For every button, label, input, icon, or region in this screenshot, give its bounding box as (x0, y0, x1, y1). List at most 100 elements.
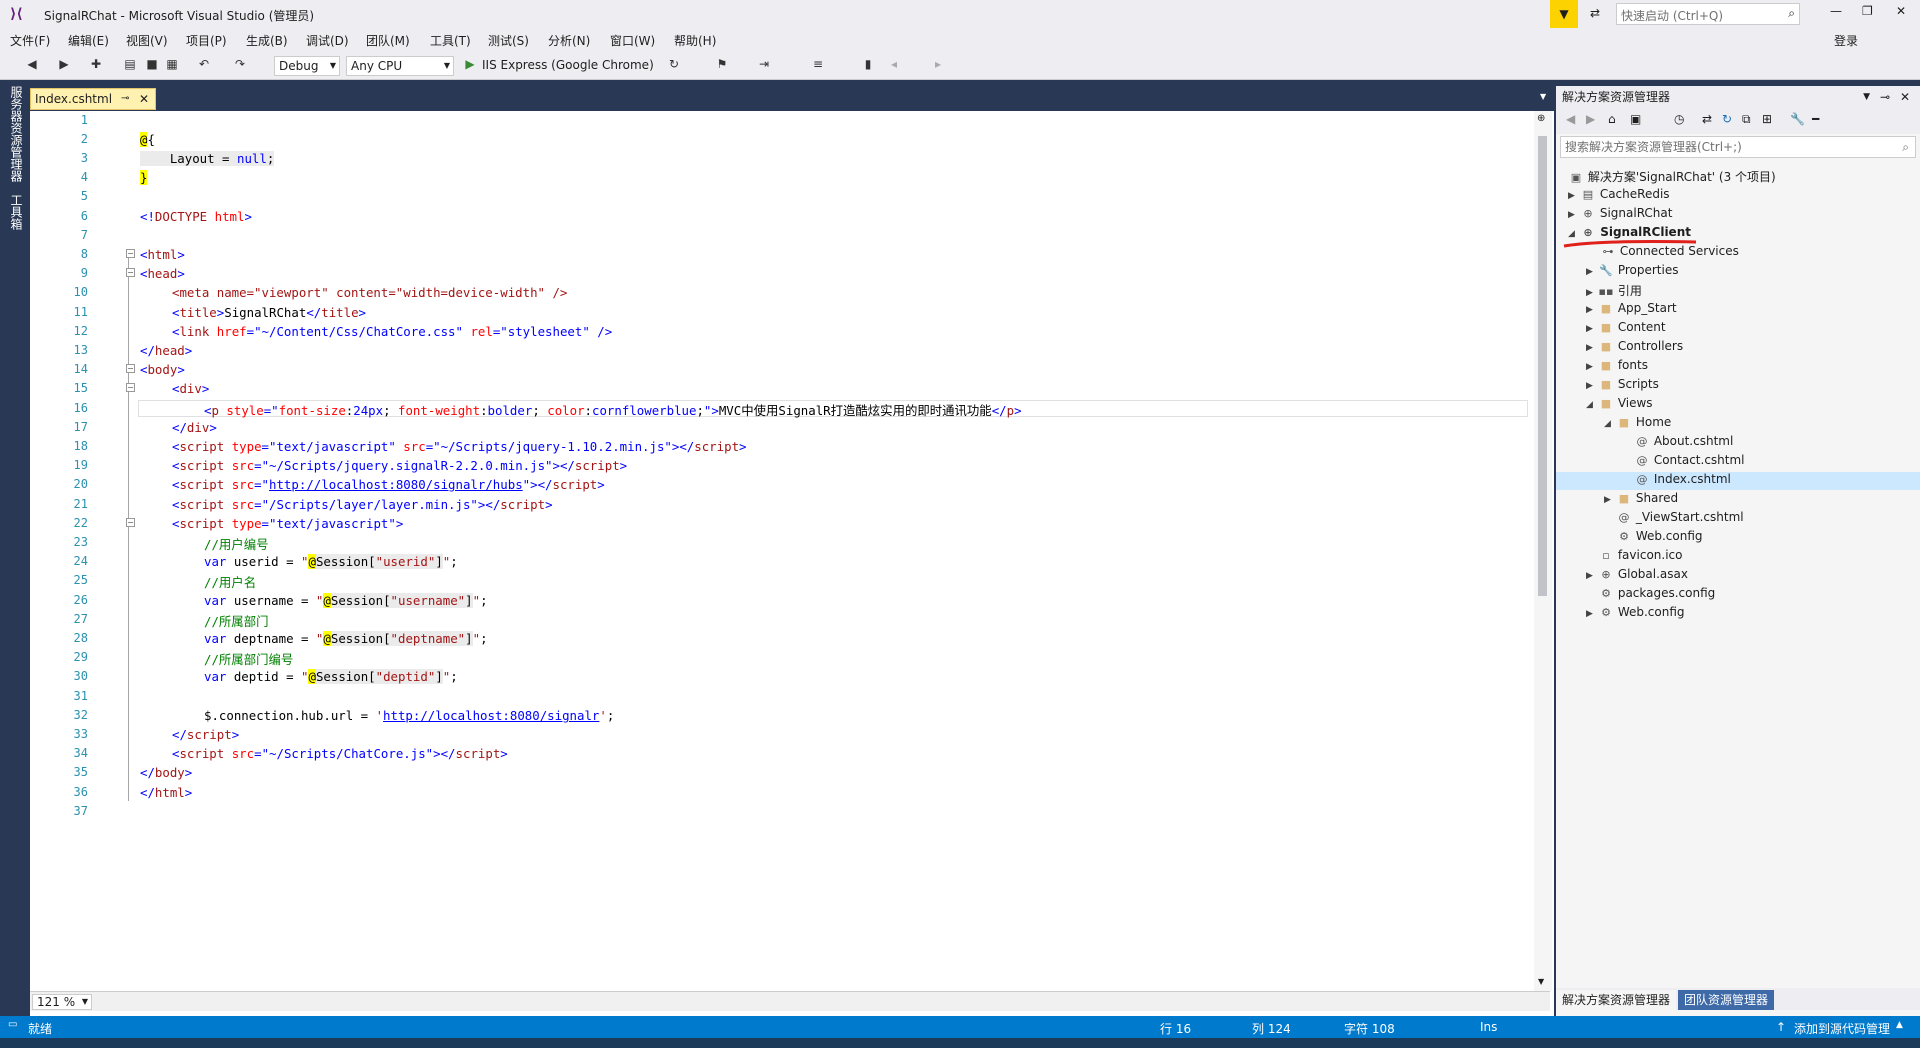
tab-team-explorer[interactable]: 团队资源管理器 (1678, 990, 1775, 1010)
login-link[interactable]: 登录 (1834, 32, 1858, 49)
menu-help[interactable]: 帮助(H) (674, 32, 716, 49)
next-bookmark-icon[interactable]: ▸ (930, 56, 946, 72)
preview-icon[interactable]: ━ (1812, 112, 1819, 126)
tab-list-dropdown-icon[interactable]: ▼ (1540, 92, 1546, 101)
feedback-icon[interactable]: ⇄ (1590, 6, 1600, 20)
tree-packages-config[interactable]: ⚙ packages.config (1598, 586, 1715, 600)
pending-changes-icon[interactable]: ◷ (1674, 112, 1684, 126)
forward-icon[interactable]: ▶ (1586, 112, 1595, 126)
expand-icon[interactable]: ▶ (1568, 191, 1580, 201)
menu-debug[interactable]: 调试(D) (306, 32, 349, 49)
tree-project-cacheredis[interactable]: ▶ ▤ CacheRedis (1568, 187, 1670, 201)
redo-icon[interactable]: ↷ (232, 56, 248, 72)
sync-icon[interactable]: ⇄ (1702, 112, 1712, 126)
browser-link-icon[interactable]: ⚑ (714, 56, 730, 72)
bookmark-icon[interactable]: ▮ (860, 56, 876, 72)
filter-icon[interactable]: ▼ (1550, 0, 1578, 28)
close-tab-icon[interactable]: ✕ (139, 89, 149, 109)
expand-icon[interactable]: ▶ (1586, 343, 1598, 353)
expand-icon[interactable]: ▶ (1568, 210, 1580, 220)
tree-viewstart[interactable]: @ _ViewStart.cshtml (1616, 510, 1744, 524)
platform-select[interactable]: Any CPU ▼ (346, 56, 454, 76)
tree-content[interactable]: ▶ ■ Content (1586, 320, 1666, 334)
run-target-button[interactable]: IIS Express (Google Chrome) (482, 58, 654, 72)
menu-analyze[interactable]: 分析(N) (548, 32, 590, 49)
refresh-icon[interactable]: ↻ (666, 56, 682, 72)
minimize-button[interactable]: — (1830, 4, 1842, 18)
tree-contact-cshtml[interactable]: @ Contact.cshtml (1634, 453, 1745, 467)
tree-shared[interactable]: ▶ ■ Shared (1604, 491, 1678, 505)
new-project-icon[interactable]: ✚ (88, 56, 104, 72)
expand-icon[interactable]: ▶ (1586, 362, 1598, 372)
back-icon[interactable]: ◀ (1566, 112, 1575, 126)
expand-icon[interactable]: ▶ (1586, 267, 1598, 277)
tree-global-asax[interactable]: ▶ ⊕ Global.asax (1586, 567, 1688, 581)
quick-launch-input[interactable]: 快速启动 (Ctrl+Q) ⌕ (1616, 3, 1800, 25)
code-editor[interactable]: 1 2 3 4 5 6 7 8 9 10 11 12 13 14 15 16 1… (30, 111, 1554, 1016)
collapse-icon[interactable]: ◢ (1604, 419, 1616, 429)
save-icon[interactable]: ■ (144, 56, 160, 72)
toolbox-tab[interactable]: 工具箱 (8, 194, 25, 230)
collapse-html-icon[interactable]: − (126, 249, 135, 258)
tree-views[interactable]: ◢ ■ Views (1586, 396, 1653, 410)
zoom-select[interactable]: 121 % ▼ (32, 994, 92, 1010)
menu-team[interactable]: 团队(M) (366, 32, 410, 49)
properties-wrench-icon[interactable]: 🔧 (1790, 112, 1805, 126)
pin-icon[interactable]: ⊸ (1880, 86, 1890, 108)
refresh-icon[interactable]: ↻ (1722, 112, 1732, 126)
expand-icon[interactable]: ▶ (1586, 381, 1598, 391)
menu-build[interactable]: 生成(B) (246, 32, 288, 49)
expand-icon[interactable]: ▶ (1586, 305, 1598, 315)
collapse-all-icon[interactable]: ⧉ (1742, 112, 1751, 127)
collapse-script-icon[interactable]: − (126, 518, 135, 527)
tree-solution[interactable]: ▣ 解决方案'SignalRChat' (3 个项目) (1568, 168, 1776, 185)
collapse-div-icon[interactable]: − (126, 383, 135, 392)
add-to-source-control-button[interactable]: 添加到源代码管理 (1794, 1020, 1890, 1037)
tree-views-web-config[interactable]: ⚙ Web.config (1616, 529, 1702, 543)
tree-project-signalrchat[interactable]: ▶ ⊕ SignalRChat (1568, 206, 1672, 220)
home-icon[interactable]: ⌂ (1608, 112, 1616, 126)
tree-references[interactable]: ▶ ▪▪ 引用 (1586, 282, 1642, 299)
close-button[interactable]: ✕ (1896, 4, 1906, 18)
pin-icon[interactable]: ⊸ (121, 89, 129, 109)
tree-index-cshtml[interactable]: @ Index.cshtml (1634, 472, 1731, 486)
menu-view[interactable]: 视图(V) (126, 32, 168, 49)
collapse-body-icon[interactable]: − (126, 364, 135, 373)
expand-icon[interactable]: ▶ (1586, 571, 1598, 581)
scroll-down-icon[interactable]: ▼ (1538, 977, 1544, 986)
tree-app-start[interactable]: ▶ ■ App_Start (1586, 301, 1677, 315)
prev-bookmark-icon[interactable]: ◂ (886, 56, 902, 72)
step-icon[interactable]: ⇥ (756, 56, 772, 72)
open-file-icon[interactable]: ▤ (122, 56, 138, 72)
show-all-files-icon[interactable]: ⊞ (1762, 112, 1772, 126)
menu-window[interactable]: 窗口(W) (610, 32, 655, 49)
tree-home[interactable]: ◢ ■ Home (1604, 415, 1671, 429)
menu-project[interactable]: 项目(P) (186, 32, 227, 49)
tree-properties[interactable]: ▶ 🔧 Properties (1586, 263, 1678, 277)
tree-fonts[interactable]: ▶ ■ fonts (1586, 358, 1648, 372)
menu-edit[interactable]: 编辑(E) (68, 32, 109, 49)
solution-search-input[interactable]: 搜索解决方案资源管理器(Ctrl+;) ⌕ (1560, 136, 1916, 158)
expand-icon[interactable]: ▶ (1586, 324, 1598, 334)
tree-about-cshtml[interactable]: @ About.cshtml (1634, 434, 1734, 448)
config-select[interactable]: Debug ▼ (274, 56, 340, 76)
scrollbar-thumb[interactable] (1538, 136, 1547, 596)
tree-scripts[interactable]: ▶ ■ Scripts (1586, 377, 1659, 391)
save-all-icon[interactable]: ▦ (164, 56, 180, 72)
tree-connected-services[interactable]: ⊶ Connected Services (1600, 244, 1739, 258)
switch-view-icon[interactable]: ▣ (1630, 112, 1641, 126)
dropdown-icon[interactable]: ▼ (1863, 86, 1870, 108)
expand-icon[interactable]: ▶ (1586, 609, 1598, 619)
collapse-icon[interactable]: ◢ (1586, 400, 1598, 410)
server-explorer-tab[interactable]: 服务器资源管理器 (8, 86, 25, 182)
menu-tools[interactable]: 工具(T) (430, 32, 471, 49)
tab-solution-explorer[interactable]: 解决方案资源管理器 (1556, 990, 1677, 1010)
document-tab[interactable]: Index.cshtml ⊸ ✕ (30, 88, 156, 110)
expand-icon[interactable]: ▶ (1586, 288, 1598, 298)
tree-controllers[interactable]: ▶ ■ Controllers (1586, 339, 1683, 353)
undo-icon[interactable]: ↶ (196, 56, 212, 72)
vertical-scrollbar[interactable]: ⊕ ▼ (1534, 111, 1552, 991)
hubs-link[interactable]: http://localhost:8080/signalr/hubs (269, 477, 523, 492)
tree-web-config[interactable]: ▶ ⚙ Web.config (1586, 605, 1685, 619)
menu-file[interactable]: 文件(F) (10, 32, 50, 49)
